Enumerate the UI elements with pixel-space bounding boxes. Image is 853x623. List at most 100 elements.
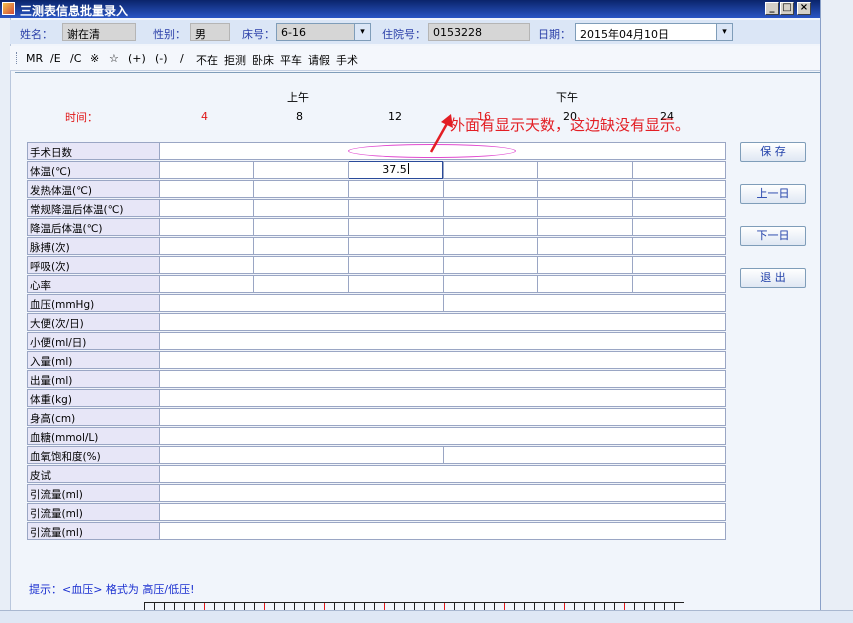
skin-test-input[interactable] [159, 465, 726, 483]
main-window: 三测表信息批量录入 _ □ × 姓名： 谢在清 性别： 男 床号： 6-16 ▾… [0, 0, 821, 611]
heart-rate-16-input[interactable] [443, 275, 538, 293]
symbol-refused[interactable]: 拒测 [224, 52, 246, 68]
temperature-12-input[interactable]: 37.5 [348, 161, 443, 179]
sex-field[interactable]: 男 [190, 23, 230, 41]
name-label: 姓名： [20, 28, 53, 41]
exit-button[interactable]: 退 出 [740, 268, 806, 288]
cooled-temp-16-input[interactable] [443, 218, 538, 236]
bp-pm-input[interactable] [443, 294, 726, 312]
weight-input[interactable] [159, 389, 726, 407]
symbol-bedrest[interactable]: 卧床 [252, 52, 274, 68]
respiration-16-input[interactable] [443, 256, 538, 274]
routine-cool-24-input[interactable] [632, 199, 726, 217]
prev-day-button[interactable]: 上一日 [740, 184, 806, 204]
temperature-4-input[interactable] [159, 161, 254, 179]
spo2-am-input[interactable] [159, 446, 444, 464]
pulse-16-input[interactable] [443, 237, 538, 255]
temperature-24-input[interactable] [632, 161, 726, 179]
row-label-drainage-1: 引流量(ml) [27, 484, 160, 502]
row-label-spo2: 血氧饱和度(%) [27, 446, 160, 464]
row-label-surgery-days: 手术日数 [27, 142, 160, 160]
drainage-3-input[interactable] [159, 522, 726, 540]
routine-cool-20-input[interactable] [537, 199, 633, 217]
fever-temp-8-input[interactable] [253, 180, 349, 198]
fever-temp-20-input[interactable] [537, 180, 633, 198]
blood-pressure-hint: 提示：<血压> 格式为 高压/低压! [29, 583, 195, 596]
bp-am-input[interactable] [159, 294, 444, 312]
chevron-down-icon[interactable]: ▾ [716, 24, 732, 40]
fever-temp-24-input[interactable] [632, 180, 726, 198]
toolbar-grip[interactable] [16, 52, 20, 64]
drainage-1-input[interactable] [159, 484, 726, 502]
title-bar: 三测表信息批量录入 _ □ × [0, 0, 820, 18]
pulse-12-input[interactable] [348, 237, 444, 255]
row-label-output: 出量(ml) [27, 370, 160, 388]
row-label-intake: 入量(ml) [27, 351, 160, 369]
heart-rate-20-input[interactable] [537, 275, 633, 293]
symbol-stretcher[interactable]: 平车 [280, 52, 302, 68]
maximize-button[interactable]: □ [780, 2, 794, 15]
heart-rate-4-input[interactable] [159, 275, 254, 293]
symbol-e[interactable]: /E [50, 52, 61, 65]
pulse-24-input[interactable] [632, 237, 726, 255]
respiration-8-input[interactable] [253, 256, 349, 274]
name-field[interactable]: 谢在清 [62, 23, 136, 41]
symbol-slash[interactable]: / [180, 52, 184, 65]
output-input[interactable] [159, 370, 726, 388]
symbol-mr[interactable]: MR [26, 52, 43, 65]
chevron-down-icon[interactable]: ▾ [354, 24, 370, 40]
minimize-button[interactable]: _ [765, 2, 779, 15]
temperature-20-input[interactable] [537, 161, 633, 179]
next-day-button[interactable]: 下一日 [740, 226, 806, 246]
admission-label: 住院号： [382, 28, 426, 41]
stool-input[interactable] [159, 313, 726, 331]
symbol-plus[interactable]: (+) [128, 52, 146, 65]
cooled-temp-12-input[interactable] [348, 218, 444, 236]
time-4: 4 [201, 110, 208, 123]
fever-temp-12-input[interactable] [348, 180, 444, 198]
routine-cool-4-input[interactable] [159, 199, 254, 217]
symbol-absent[interactable]: 不在 [196, 52, 218, 68]
admission-field[interactable]: 0153228 [428, 23, 530, 41]
symbol-surgery[interactable]: 手术 [336, 52, 358, 68]
temperature-16-input[interactable] [443, 161, 538, 179]
cooled-temp-4-input[interactable] [159, 218, 254, 236]
symbol-leave[interactable]: 请假 [308, 52, 330, 68]
fever-temp-4-input[interactable] [159, 180, 254, 198]
cooled-temp-20-input[interactable] [537, 218, 633, 236]
urine-input[interactable] [159, 332, 726, 350]
respiration-4-input[interactable] [159, 256, 254, 274]
fever-temp-16-input[interactable] [443, 180, 538, 198]
row-label-fever-temp: 发热体温(℃) [27, 180, 160, 198]
intake-input[interactable] [159, 351, 726, 369]
routine-cool-16-input[interactable] [443, 199, 538, 217]
heart-rate-8-input[interactable] [253, 275, 349, 293]
routine-cool-12-input[interactable] [348, 199, 444, 217]
routine-cool-8-input[interactable] [253, 199, 349, 217]
symbol-minus[interactable]: (-) [155, 52, 168, 65]
bed-label: 床号： [242, 28, 275, 41]
respiration-24-input[interactable] [632, 256, 726, 274]
blood-sugar-input[interactable] [159, 427, 726, 445]
symbol-c[interactable]: /C [70, 52, 81, 65]
heart-rate-24-input[interactable] [632, 275, 726, 293]
height-input[interactable] [159, 408, 726, 426]
cooled-temp-24-input[interactable] [632, 218, 726, 236]
symbol-star[interactable]: ☆ [109, 52, 119, 65]
pulse-8-input[interactable] [253, 237, 349, 255]
drainage-2-input[interactable] [159, 503, 726, 521]
bed-select[interactable]: 6-16 ▾ [276, 23, 371, 41]
pulse-4-input[interactable] [159, 237, 254, 255]
symbol-asterism[interactable]: ※ [90, 52, 99, 65]
cooled-temp-8-input[interactable] [253, 218, 349, 236]
respiration-20-input[interactable] [537, 256, 633, 274]
save-button[interactable]: 保 存 [740, 142, 806, 162]
row-label-urine: 小便(ml/日) [27, 332, 160, 350]
pulse-20-input[interactable] [537, 237, 633, 255]
close-button[interactable]: × [797, 2, 811, 15]
spo2-pm-input[interactable] [443, 446, 726, 464]
temperature-8-input[interactable] [253, 161, 349, 179]
heart-rate-12-input[interactable] [348, 275, 444, 293]
respiration-12-input[interactable] [348, 256, 444, 274]
date-picker[interactable]: 2015年04月10日 ▾ [575, 23, 733, 41]
